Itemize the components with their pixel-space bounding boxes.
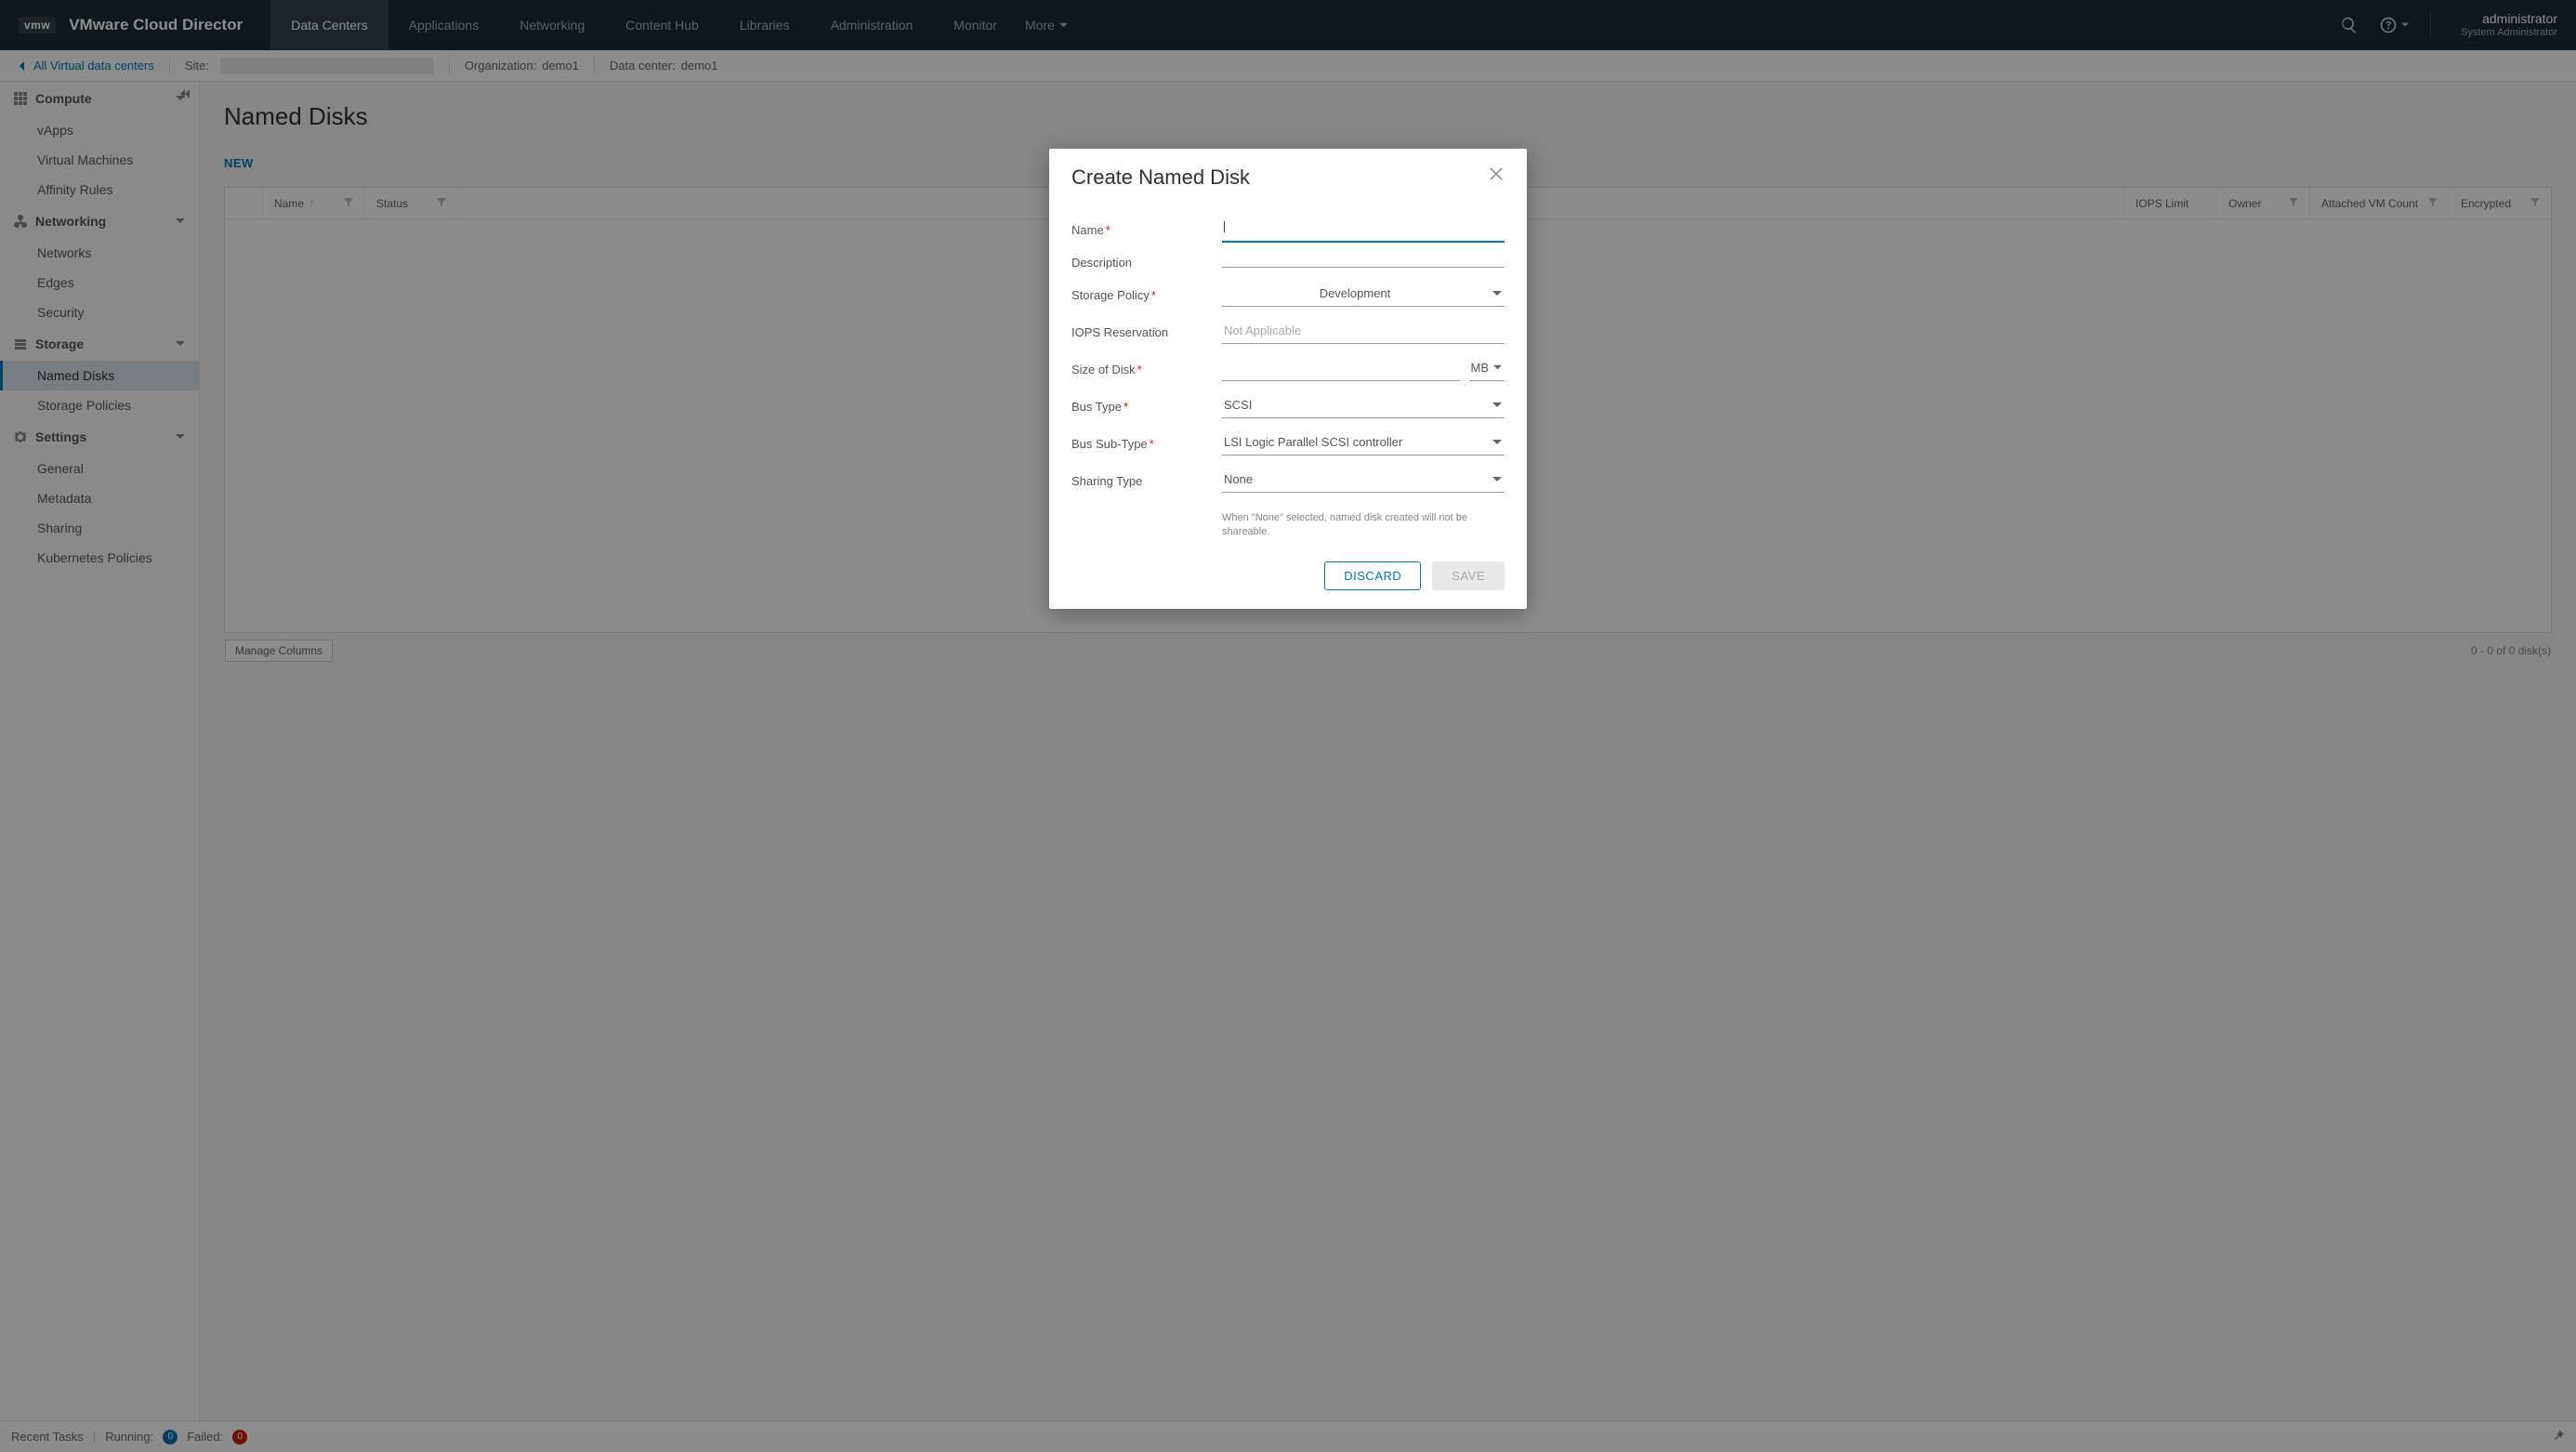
storage-policy-select[interactable]: Development: [1222, 283, 1505, 307]
iops-label: IOPS Reservation: [1071, 325, 1211, 339]
sharing-type-label: Sharing Type: [1071, 474, 1211, 488]
bus-type-select[interactable]: SCSI: [1222, 394, 1505, 418]
dialog-title: Create Named Disk: [1071, 165, 1250, 190]
close-icon: [1488, 165, 1505, 182]
chevron-down-icon: [1492, 288, 1503, 299]
name-input[interactable]: [1222, 218, 1505, 243]
storage-policy-label: Storage Policy*: [1071, 288, 1211, 302]
chevron-down-icon: [1492, 400, 1503, 411]
save-button[interactable]: SAVE: [1432, 561, 1505, 590]
storage-policy-value: Development: [1224, 286, 1486, 300]
name-label: Name*: [1071, 223, 1211, 237]
bus-type-value: SCSI: [1224, 398, 1486, 412]
chevron-down-icon: [1492, 437, 1503, 448]
chevron-down-icon: [1492, 363, 1503, 373]
chevron-down-icon: [1492, 474, 1503, 485]
bus-type-label: Bus Type*: [1071, 400, 1211, 414]
bus-subtype-select[interactable]: LSI Logic Parallel SCSI controller: [1222, 431, 1505, 455]
sharing-hint: When "None" selected, named disk created…: [1222, 506, 1505, 539]
bus-subtype-value: LSI Logic Parallel SCSI controller: [1224, 435, 1486, 449]
description-input[interactable]: [1222, 257, 1505, 268]
size-label: Size of Disk*: [1071, 363, 1211, 376]
size-unit-select[interactable]: MB: [1469, 357, 1505, 381]
iops-input[interactable]: Not Applicable: [1222, 320, 1505, 344]
sharing-type-value: None: [1224, 472, 1486, 486]
discard-button[interactable]: DISCARD: [1324, 561, 1421, 590]
size-input[interactable]: [1222, 371, 1460, 381]
sharing-type-select[interactable]: None: [1222, 469, 1505, 493]
size-unit-value: MB: [1471, 361, 1490, 375]
close-button[interactable]: [1488, 165, 1505, 185]
create-named-disk-dialog: Create Named Disk Name* Description Stor…: [1049, 149, 1527, 609]
description-label: Description: [1071, 256, 1211, 270]
bus-subtype-label: Bus Sub-Type*: [1071, 437, 1211, 451]
